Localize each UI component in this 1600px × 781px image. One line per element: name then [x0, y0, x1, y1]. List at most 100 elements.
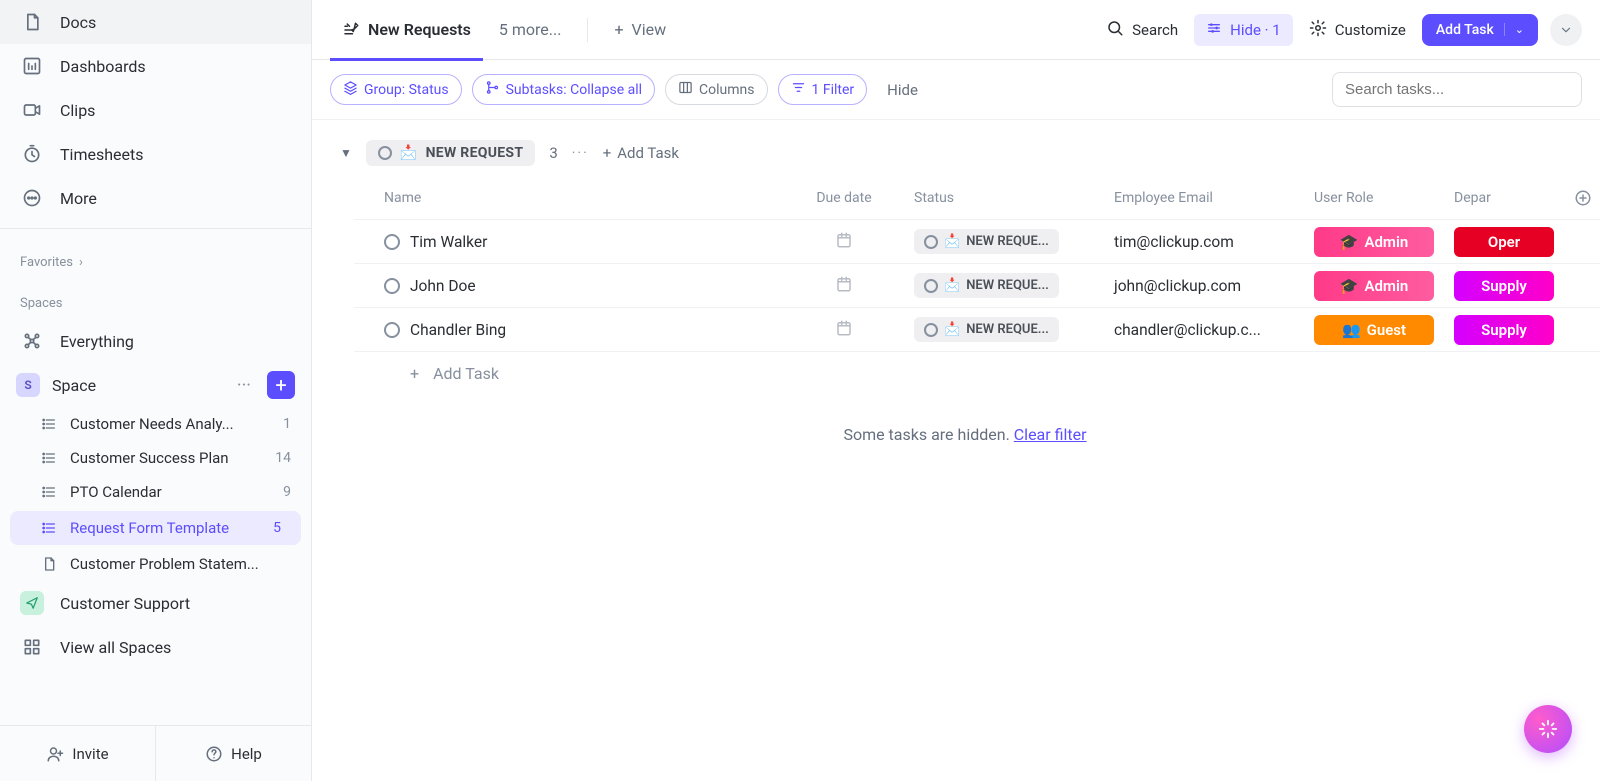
group-more-icon[interactable]: ···: [572, 145, 589, 161]
status-circle-icon[interactable]: [384, 322, 400, 338]
cell-email[interactable]: chandler@clickup.c...: [1104, 321, 1304, 339]
space-add-button[interactable]: +: [267, 371, 295, 399]
hide-fields-button[interactable]: Hide · 1: [1194, 14, 1293, 46]
cell-due-date[interactable]: [784, 231, 904, 253]
help-button[interactable]: Help: [155, 726, 311, 781]
col-due[interactable]: Due date: [784, 190, 904, 206]
col-email[interactable]: Employee Email: [1104, 190, 1304, 206]
cell-role[interactable]: 🎓 Admin: [1304, 271, 1444, 301]
tab-new-requests[interactable]: New Requests: [330, 0, 483, 60]
nav-view-all-spaces[interactable]: View all Spaces: [0, 625, 311, 669]
nav-docs[interactable]: Docs: [0, 0, 311, 44]
cell-due-date[interactable]: [784, 319, 904, 341]
columns-chip-label: Columns: [699, 82, 754, 98]
status-emoji: 📩: [944, 322, 960, 337]
cell-dept[interactable]: Oper: [1444, 227, 1564, 257]
space-more-icon[interactable]: ···: [233, 375, 255, 396]
filter-chip[interactable]: 1 Filter: [778, 74, 868, 105]
filter-icon: [791, 80, 806, 99]
group-add-task-button[interactable]: + Add Task: [603, 144, 679, 162]
invite-button[interactable]: Invite: [0, 726, 155, 781]
nav-clips[interactable]: Clips: [0, 88, 311, 132]
nav-more[interactable]: More: [0, 176, 311, 220]
group-status-text: NEW REQUEST: [426, 145, 524, 161]
tabs-more-label: 5 more...: [499, 20, 562, 39]
collapse-toolbar-button[interactable]: [1550, 14, 1582, 46]
list-icon: [40, 449, 58, 467]
sidebar-list-item[interactable]: Request Form Template5: [10, 511, 301, 545]
role-emoji: 🎓: [1340, 277, 1359, 295]
subtasks-chip-label: Subtasks: Collapse all: [506, 82, 642, 98]
columns-chip[interactable]: Columns: [665, 74, 767, 105]
calendar-icon: [835, 275, 853, 297]
search-button[interactable]: Search: [1094, 13, 1190, 47]
role-text: Admin: [1364, 277, 1408, 295]
subtasks-chip[interactable]: Subtasks: Collapse all: [472, 74, 655, 105]
sidebar-list-label: Customer Success Plan: [70, 449, 263, 467]
nav-timesheets[interactable]: Timesheets: [0, 132, 311, 176]
task-table: Name Due date Status Employee Email User…: [354, 176, 1600, 395]
sidebar-list-label: Customer Needs Analy...: [70, 415, 271, 433]
cell-dept[interactable]: Supply: [1444, 271, 1564, 301]
col-dept[interactable]: Depar: [1444, 190, 1564, 206]
spaces-section: Spaces: [0, 278, 311, 319]
add-view-button[interactable]: + View: [602, 0, 678, 60]
tabs-more[interactable]: 5 more...: [487, 0, 574, 60]
list-icon: [40, 483, 58, 501]
nav-docs-label: Docs: [60, 13, 96, 32]
favorites-section[interactable]: Favorites ›: [0, 237, 311, 278]
status-text: NEW REQUE...: [966, 322, 1049, 337]
video-icon: [20, 98, 44, 122]
nav-dashboards[interactable]: Dashboards: [0, 44, 311, 88]
cell-role[interactable]: 👥Guest: [1304, 315, 1444, 345]
nav-everything[interactable]: Everything: [0, 319, 311, 363]
group-chip[interactable]: Group: Status: [330, 74, 462, 105]
clear-filter-link[interactable]: Clear filter: [1014, 425, 1087, 444]
sidebar-list-item[interactable]: PTO Calendar9: [0, 475, 311, 509]
cell-email[interactable]: tim@clickup.com: [1104, 233, 1304, 251]
group-collapse-toggle[interactable]: ▼: [340, 146, 352, 160]
table-row[interactable]: Chandler Bing 📩 NEW REQUE... chandler@click…: [354, 308, 1600, 352]
task-name: John Doe: [410, 277, 476, 295]
sidebar-list-item[interactable]: Customer Problem Statem...: [0, 547, 311, 581]
space-row[interactable]: S Space ··· +: [0, 363, 311, 407]
cell-status[interactable]: 📩NEW REQUE...: [904, 273, 1104, 298]
table-row[interactable]: Tim Walker 📩NEW REQUE...tim@clickup.com🎓A…: [354, 220, 1600, 264]
group-status-pill[interactable]: 📩 NEW REQUEST: [366, 140, 535, 166]
cell-role[interactable]: 🎓Admin: [1304, 227, 1444, 257]
search-tasks-input[interactable]: [1332, 72, 1582, 107]
task-name: Chandler Bing: [410, 321, 506, 339]
add-column-button[interactable]: [1564, 189, 1600, 207]
sidebar-list-item[interactable]: Customer Success Plan14: [0, 441, 311, 475]
add-task-row[interactable]: + Add Task: [354, 352, 1600, 395]
chevron-down-icon[interactable]: ⌄: [1504, 23, 1524, 36]
ai-fab-button[interactable]: [1524, 705, 1572, 753]
cell-name: Tim Walker: [354, 233, 784, 251]
sidebar-footer: Invite Help: [0, 725, 311, 781]
sidebar-list-item[interactable]: Customer Needs Analy...1: [0, 407, 311, 441]
status-circle-icon[interactable]: [384, 278, 400, 294]
main: New Requests 5 more... + View Search Hid…: [312, 0, 1600, 781]
table-row[interactable]: John Doe 📩NEW REQUE...john@clickup.com 🎓 Ad…: [354, 264, 1600, 308]
cell-status[interactable]: 📩NEW REQUE...: [904, 229, 1104, 254]
customer-support-label: Customer Support: [60, 594, 190, 613]
hidden-tasks-note: Some tasks are hidden. Clear filter: [330, 425, 1600, 444]
status-circle-icon[interactable]: [384, 234, 400, 250]
cell-name: Chandler Bing: [354, 321, 784, 339]
cell-email[interactable]: john@clickup.com: [1104, 277, 1304, 295]
customize-button[interactable]: Customize: [1297, 13, 1418, 47]
role-tag: 👥Guest: [1314, 315, 1434, 345]
cell-dept[interactable]: Supply: [1444, 315, 1564, 345]
help-icon: [205, 745, 223, 763]
add-task-button[interactable]: Add Task ⌄: [1422, 14, 1538, 46]
hide-text-button[interactable]: Hide: [877, 81, 928, 99]
col-role[interactable]: User Role: [1304, 190, 1444, 206]
task-list: ▼ 📩 NEW REQUEST 3 ··· + Add Task Name Du…: [312, 120, 1600, 781]
user-plus-icon: [46, 745, 64, 763]
col-name[interactable]: Name: [354, 190, 784, 206]
col-status[interactable]: Status: [904, 190, 1104, 206]
cell-status[interactable]: 📩 NEW REQUE...: [904, 317, 1104, 342]
ellipsis-circle-icon: [20, 186, 44, 210]
cell-due-date[interactable]: [784, 275, 904, 297]
nav-customer-support[interactable]: Customer Support: [0, 581, 311, 625]
